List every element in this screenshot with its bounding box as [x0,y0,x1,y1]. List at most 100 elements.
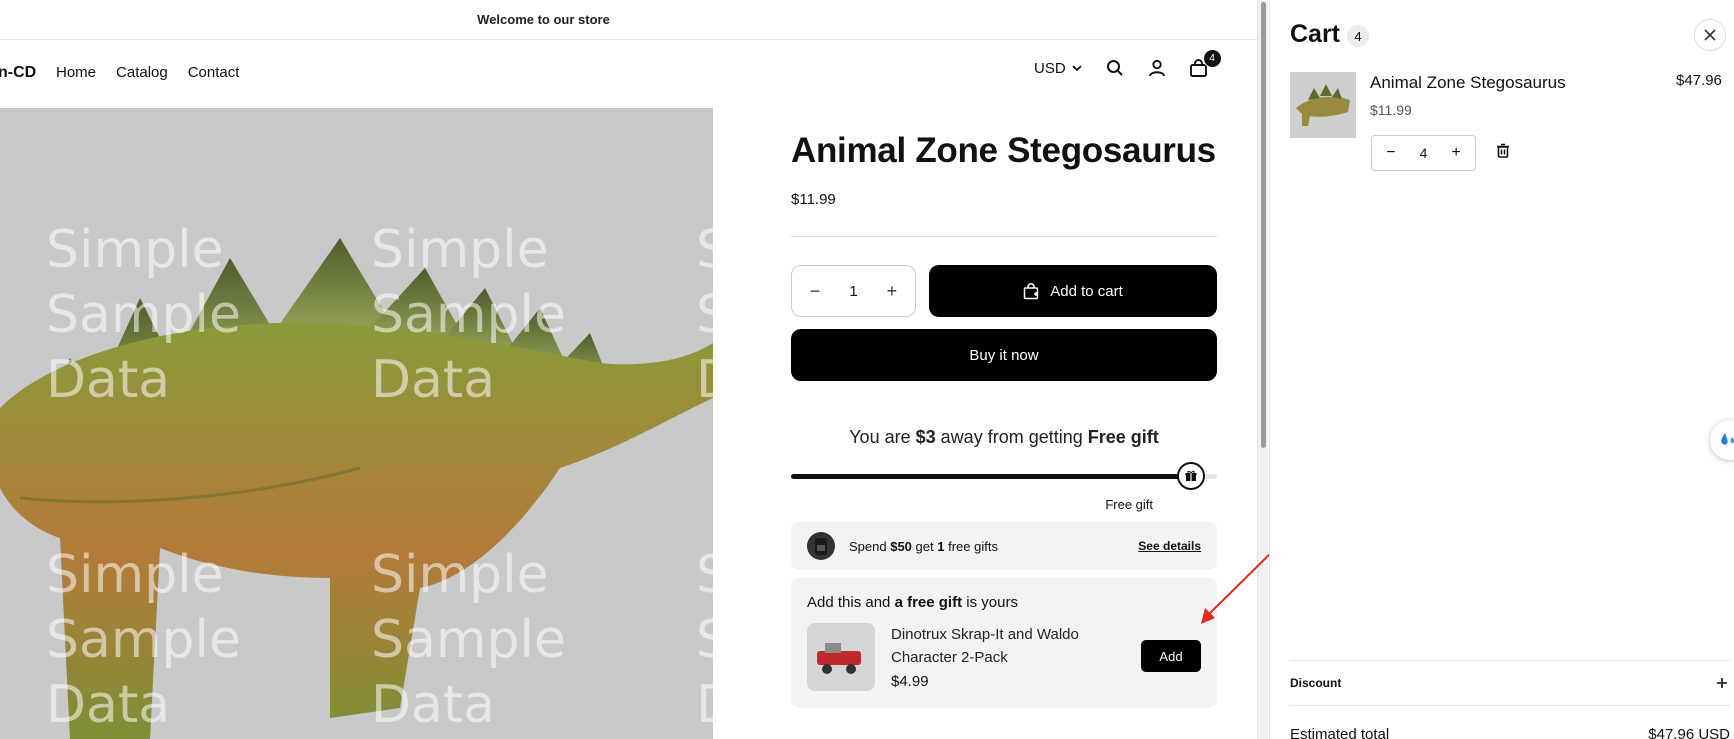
close-cart-button[interactable] [1694,19,1726,51]
cart-count-badge: 4 [1202,49,1222,68]
user-icon [1148,59,1165,77]
watermark-line: Sample [696,285,713,345]
watermark-line: Data [696,673,713,738]
add-to-cart-label: Add to cart [1050,282,1123,300]
cart-increase-button[interactable]: + [1447,144,1465,162]
store-logo[interactable]: n-CD [0,64,36,82]
nav-home[interactable]: Home [56,64,96,81]
gift-upsell-heading: Add this and a free gift is yours [807,594,1201,611]
free-gift-milestone-label: Free gift [1105,497,1153,512]
promo-prefix: You are [849,427,911,447]
toy-truck-image [817,643,861,674]
watermark-6: Simple Sample Data [696,543,713,738]
nav-catalog[interactable]: Catalog [116,64,168,81]
cart-item-unit-price: $11.99 [1370,102,1412,118]
droplet-icon [1721,433,1734,445]
product-info: Animal Zone Stegosaurus $11.99 − 1 + Add… [791,108,1217,708]
spend-amount: $50 [890,538,912,554]
watermark-3: Simple Sample Data [696,218,713,413]
product-title: Animal Zone Stegosaurus [791,131,1216,170]
site-header: n-CD Home Catalog Contact USD 4 [0,40,1257,108]
cart-item-thumbnail[interactable] [1290,72,1356,138]
watermark-line: Simple [696,545,713,605]
stegosaurus-thumbnail [1296,84,1350,126]
buy-now-button[interactable]: Buy it now [791,329,1217,381]
watermark-1: Simple Sample Data [46,218,241,413]
spend-text-2: get [915,538,934,554]
discount-label: Discount [1290,676,1342,690]
decrease-quantity-button[interactable]: − [803,281,827,302]
cart-quantity-stepper: − 4 + [1371,135,1476,171]
estimated-total-row: Estimated total $47.96 USD [1290,726,1730,739]
watermark-4: Simple Sample Data [46,543,241,738]
divider [791,236,1217,237]
header-tools: USD 4 [1034,49,1230,79]
free-gift-progress-text: You are $3 away from getting Free gift [791,427,1217,448]
watermark-line: Data [696,348,713,413]
account-button[interactable] [1146,57,1168,79]
scrollbar-thumb[interactable] [1261,2,1266,448]
add-to-cart-button[interactable]: Add to cart [929,265,1217,317]
cart-decrease-button[interactable]: − [1382,144,1400,162]
watermark-line: Sample [46,285,241,345]
estimated-total-label: Estimated total [1290,726,1390,739]
announcement-bar: Welcome to our store [0,0,1257,40]
watermark-line: Data [371,675,496,735]
watermark-line: Sample [371,610,566,670]
watermark-line: Sample [696,610,713,670]
chevron-down-icon [1072,64,1082,71]
spend-count: 1 [937,538,945,554]
watermark-line: Sample [46,610,241,670]
gift-head-2: is yours [966,594,1018,611]
floating-widget-button[interactable] [1710,420,1734,460]
watermark-5: Simple Sample Data [371,543,566,738]
buy-now-label: Buy it now [969,346,1039,364]
spend-text-1: Spend [849,538,887,554]
product-price: $11.99 [791,191,836,208]
gift-item-details: Dinotrux Skrap-It and Waldo Character 2-… [891,623,1121,691]
search-button[interactable] [1104,57,1126,79]
add-gift-label: Add [1159,648,1183,664]
cart-item-line-total: $47.96 [1676,72,1722,89]
promo-middle: away from getting [940,427,1083,447]
trash-icon [1497,143,1509,158]
quantity-value[interactable]: 1 [849,283,857,300]
product-image[interactable]: Simple Sample Data Simple Sample Data Si… [0,108,713,739]
increase-quantity-button[interactable]: + [880,281,904,302]
currency-selector[interactable]: USD [1034,60,1082,77]
page-scrollbar[interactable] [1257,0,1268,739]
remove-item-button[interactable] [1496,143,1510,163]
progress-fill [791,474,1192,479]
spend-text-3: free gifts [948,538,998,554]
add-gift-button[interactable]: Add [1141,640,1201,672]
nav-contact[interactable]: Contact [188,64,240,81]
cart-item-name[interactable]: Animal Zone Stegosaurus [1370,73,1566,93]
gift-head-1: Add this and [807,594,891,611]
spend-offer-text: Spend $50 get 1 free gifts [849,539,1138,554]
announcement-text: Welcome to our store [477,12,610,27]
backpack-icon [815,538,827,555]
store-page: Welcome to our store n-CD Home Catalog C… [0,0,1257,739]
discount-toggle[interactable]: Discount [1290,660,1730,706]
buy-row: − 1 + Add to cart [791,265,1217,317]
plus-icon [1717,678,1727,688]
see-details-link[interactable]: See details [1138,539,1201,553]
gift-head-bold: a free gift [894,594,963,611]
quantity-stepper: − 1 + [791,265,916,317]
cart-title: Cart [1290,20,1341,48]
cart-button[interactable]: 4 [1188,49,1222,79]
watermark-line: Simple [371,220,549,280]
promo-amount: $3 [915,427,936,447]
cart-drawer: Cart 4 Animal Zone Stegosaurus $11.99 $4… [1269,0,1734,739]
gift-item-thumbnail[interactable] [807,623,875,691]
cart-item-count: 4 [1347,25,1369,47]
cart-quantity-value[interactable]: 4 [1420,145,1428,161]
close-icon [1704,29,1716,41]
gift-upsell: Add this and a free gift is yours Dinotr… [791,578,1217,708]
gift-item-name[interactable]: Dinotrux Skrap-It and Waldo Character 2-… [891,623,1121,669]
search-icon [1106,60,1123,76]
watermark-line: Simple [46,220,224,280]
estimated-total-value: $47.96 USD [1648,726,1730,739]
watermark-line: Data [46,675,171,735]
spend-offer: Spend $50 get 1 free gifts See details [791,522,1217,570]
